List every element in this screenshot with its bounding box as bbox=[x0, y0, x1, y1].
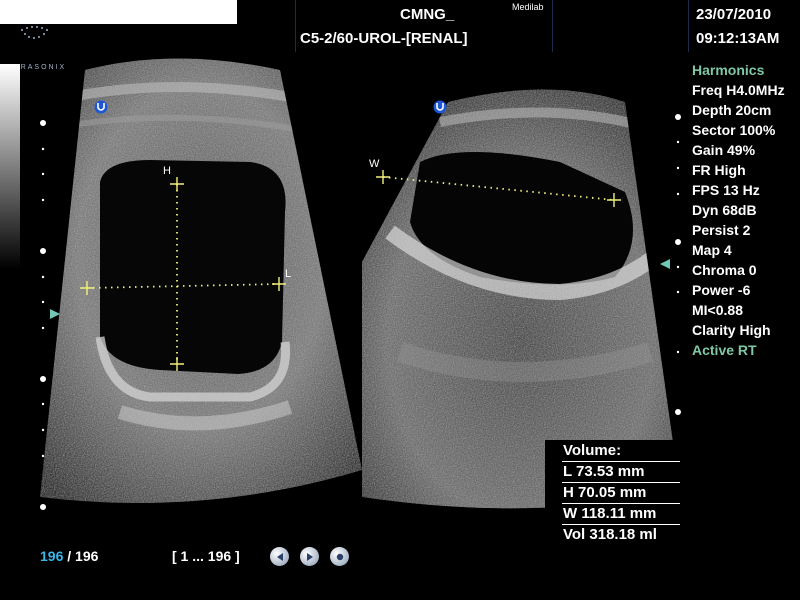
param-depth: Depth 20cm bbox=[692, 102, 772, 118]
param-dynamic-range: Dyn 68dB bbox=[692, 202, 757, 218]
divider bbox=[562, 503, 680, 504]
param-mi: MI<0.88 bbox=[692, 302, 743, 318]
measurement-height: H 70.05 mm bbox=[563, 484, 647, 501]
param-map: Map 4 bbox=[692, 242, 732, 258]
caliper-label-w: W bbox=[369, 158, 380, 170]
param-power: Power -6 bbox=[692, 282, 751, 298]
ultrasonix-logo: ULTRASONIX bbox=[0, 24, 70, 71]
frame-range: [ 1 ... 196 ] bbox=[172, 548, 240, 564]
focus-marker-right bbox=[660, 259, 670, 269]
exam-date: 23/07/2010 bbox=[696, 6, 772, 23]
measurement-results-box: Volume: L 73.53 mm H 70.05 mm W 118.11 m… bbox=[545, 440, 680, 546]
play-icon bbox=[306, 552, 313, 561]
rewind-icon bbox=[276, 552, 283, 561]
caliper-label-l: L bbox=[285, 268, 291, 280]
param-fps: FPS 13 Hz bbox=[692, 182, 760, 198]
rewind-button[interactable] bbox=[270, 547, 289, 566]
facility-name: CMNG_ bbox=[400, 6, 455, 23]
param-frequency: Freq H4.0MHz bbox=[692, 82, 785, 98]
right-depth-scale bbox=[675, 114, 681, 415]
param-harmonics: Harmonics bbox=[692, 62, 765, 78]
stop-button[interactable] bbox=[330, 547, 349, 566]
left-ultrasound-view bbox=[40, 58, 362, 503]
orientation-marker-right bbox=[433, 100, 447, 114]
param-sector: Sector 100% bbox=[692, 122, 776, 138]
caliper-cross[interactable] bbox=[376, 170, 390, 184]
measurement-volume: Vol 318.18 ml bbox=[563, 526, 657, 543]
divider bbox=[562, 524, 680, 525]
play-button[interactable] bbox=[300, 547, 319, 566]
frame-separator: / bbox=[63, 548, 76, 564]
frame-total: 196 bbox=[75, 548, 99, 564]
exam-time: 09:12:13AM bbox=[696, 30, 780, 47]
caliper-label-h: H bbox=[163, 165, 171, 177]
frame-current: 196 bbox=[40, 548, 64, 564]
param-frame-rate: FR High bbox=[692, 162, 746, 178]
probe-preset: C5-2/60-UROL-[RENAL] bbox=[300, 30, 468, 47]
param-active-rt: Active RT bbox=[692, 342, 757, 358]
header-bar: ULTRASONIX CMNG_ Medilab C5-2/60-UROL-[R… bbox=[0, 0, 800, 71]
stop-icon bbox=[336, 553, 343, 560]
divider bbox=[562, 482, 680, 483]
param-chroma: Chroma 0 bbox=[692, 262, 757, 278]
orientation-marker-left bbox=[94, 100, 108, 114]
measurement-width: W 118.11 mm bbox=[563, 505, 657, 522]
focus-marker-left bbox=[50, 309, 60, 319]
header-separator bbox=[688, 0, 689, 52]
patient-info-box bbox=[0, 0, 237, 24]
header-separator bbox=[552, 0, 553, 52]
param-clarity: Clarity High bbox=[692, 322, 771, 338]
param-persistence: Persist 2 bbox=[692, 222, 751, 238]
header-separator bbox=[295, 0, 296, 52]
param-gain: Gain 49% bbox=[692, 142, 756, 158]
measurement-length: L 73.53 mm bbox=[563, 463, 645, 480]
imaging-parameters-panel: Harmonics Freq H4.0MHz Depth 20cm Sector… bbox=[692, 60, 800, 360]
lab-name: Medilab bbox=[512, 2, 544, 12]
measurement-title: Volume: bbox=[563, 442, 622, 459]
frame-counter: 196 / 196 bbox=[40, 548, 98, 564]
divider bbox=[562, 461, 680, 462]
